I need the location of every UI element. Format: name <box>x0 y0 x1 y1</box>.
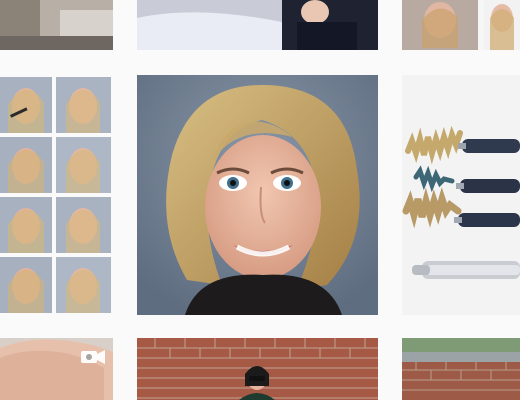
post-middle-right-eyeliners-image <box>402 75 520 315</box>
post-top-right-image <box>402 0 520 50</box>
post-top-center[interactable] <box>137 0 378 50</box>
post-bottom-center-brickwall-image <box>137 338 378 400</box>
post-bottom-right-brickwall-image <box>402 338 520 400</box>
photo-grid <box>0 0 520 400</box>
post-top-left-image <box>0 0 113 50</box>
post-middle-right-eyeliners[interactable] <box>402 75 520 315</box>
post-top-left[interactable] <box>0 0 113 50</box>
post-middle-left-collage-image <box>0 75 113 315</box>
post-top-center-image <box>137 0 378 50</box>
post-middle-center-portrait-image <box>137 75 378 315</box>
post-bottom-center-brickwall[interactable] <box>137 338 378 400</box>
post-top-right[interactable] <box>402 0 520 50</box>
post-middle-left-collage[interactable] <box>0 75 113 315</box>
post-bottom-right-brickwall[interactable] <box>402 338 520 400</box>
video-camera-icon <box>80 348 106 366</box>
post-middle-center-portrait[interactable] <box>137 75 378 315</box>
